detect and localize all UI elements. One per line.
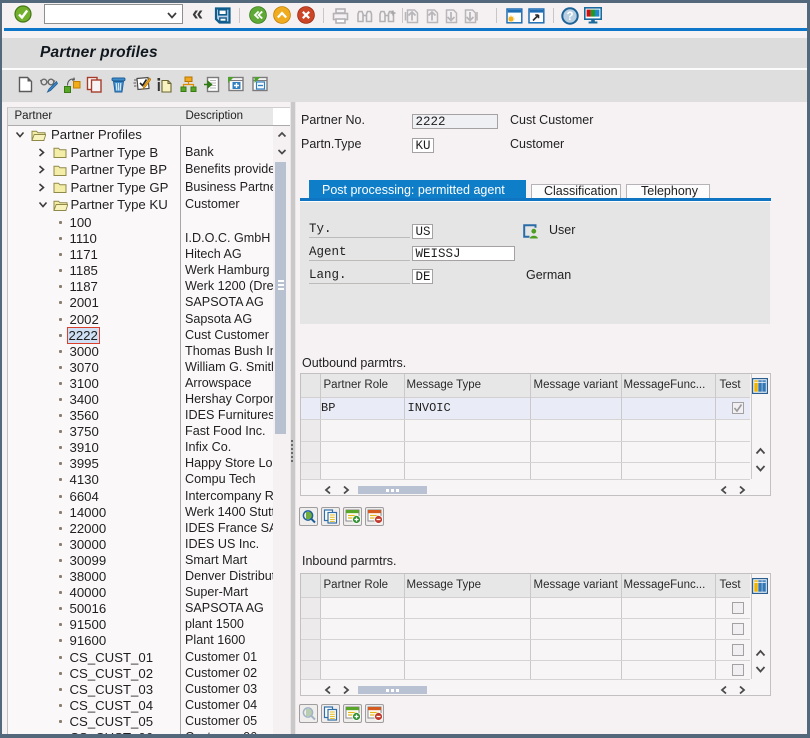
svg-text:?: ?	[566, 11, 573, 23]
